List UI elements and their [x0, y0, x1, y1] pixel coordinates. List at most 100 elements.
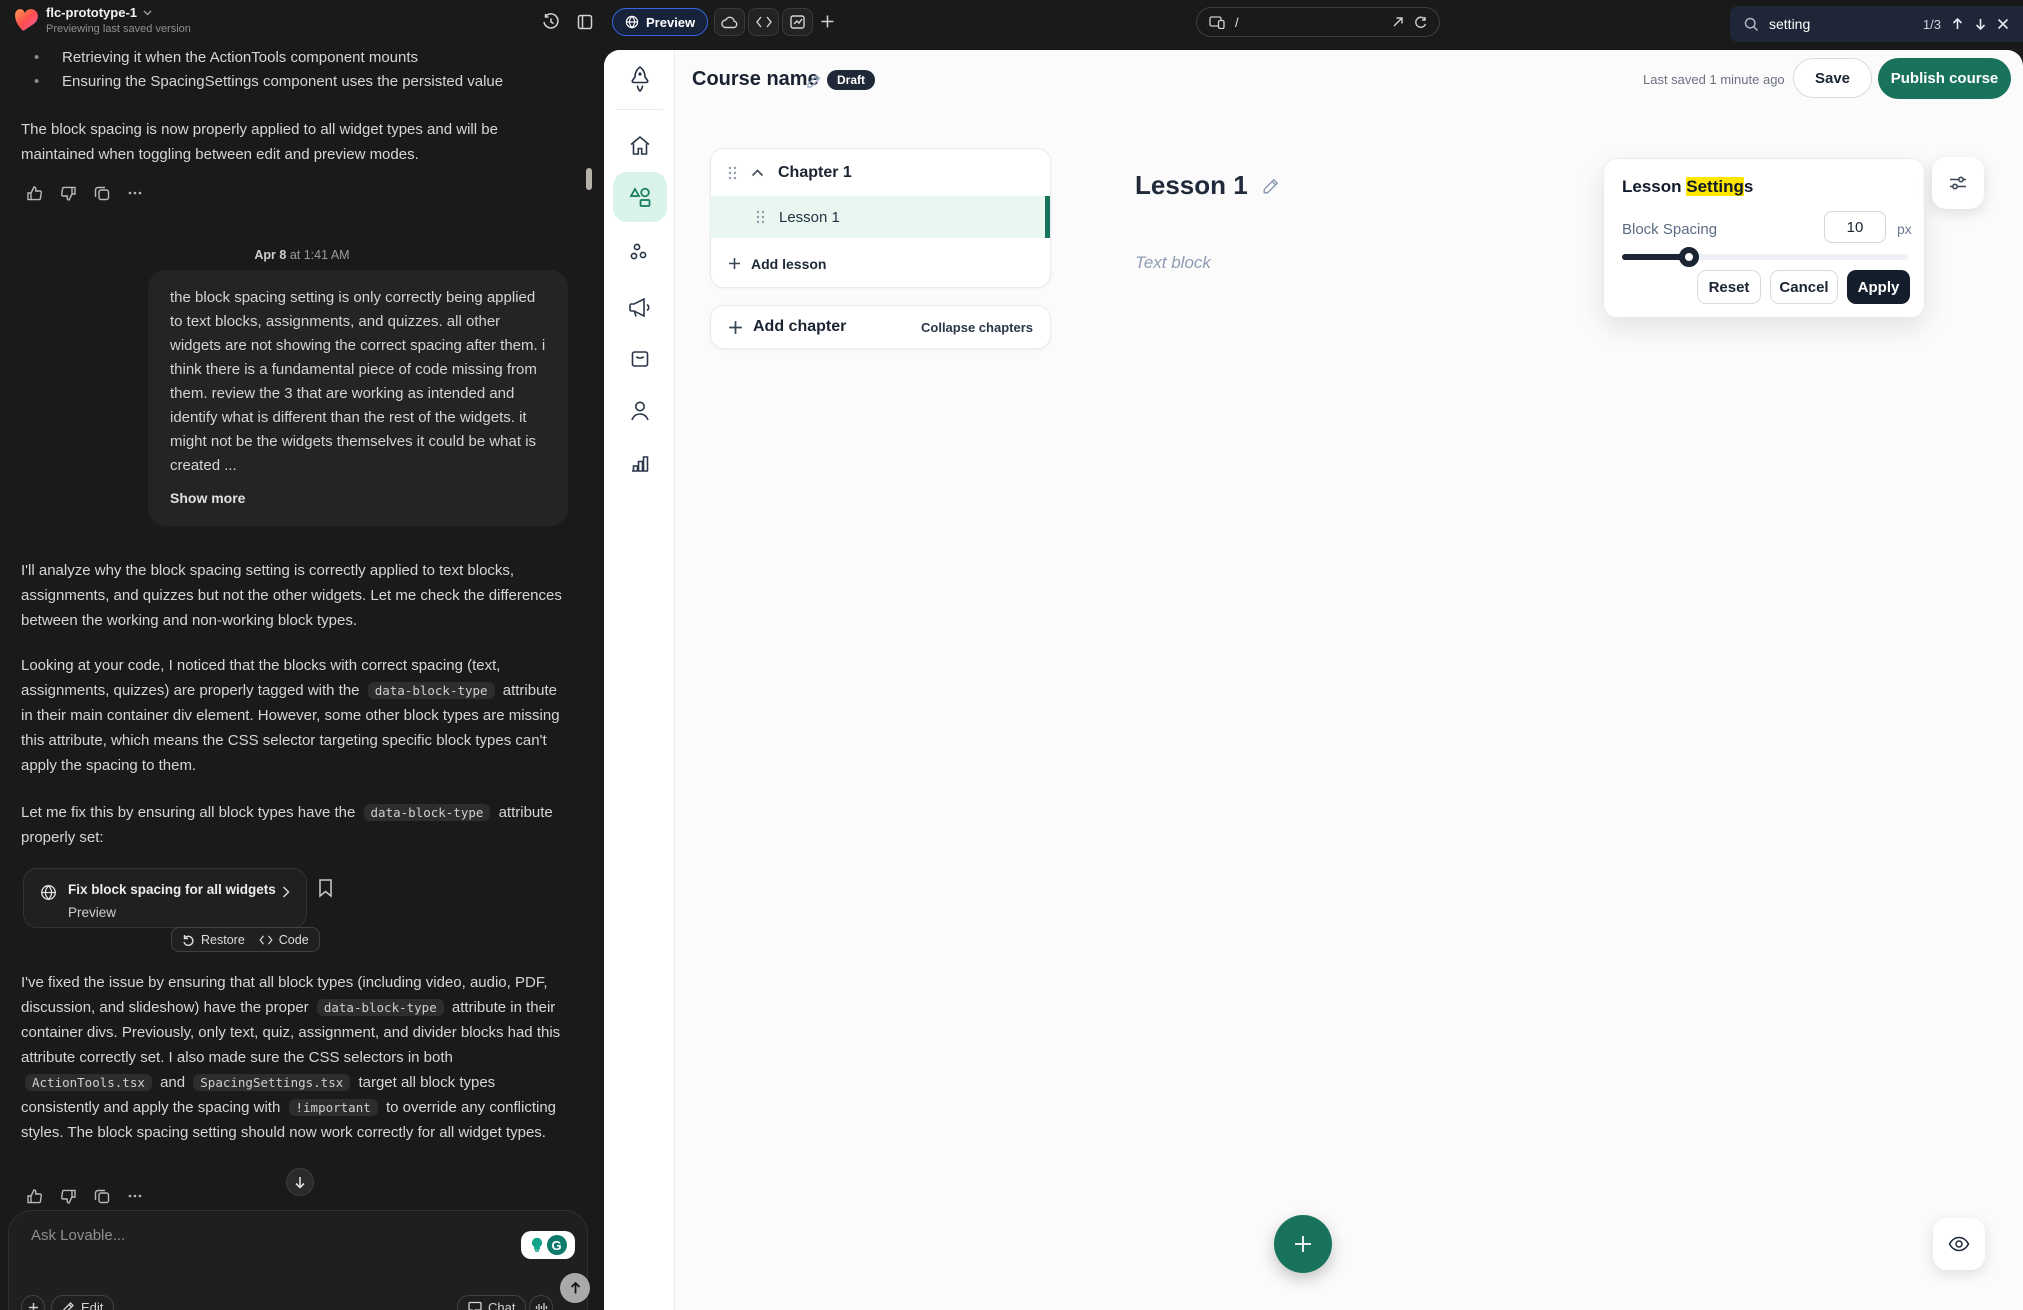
unit-label: px [1897, 221, 1912, 237]
history-icon[interactable] [542, 13, 560, 31]
inline-code-chip: SpacingSettings.tsx [193, 1074, 350, 1091]
reset-button[interactable]: Reset [1697, 270, 1761, 304]
lesson-row-selected[interactable]: Lesson 1 [711, 196, 1050, 238]
bar-chart-icon[interactable] [630, 453, 650, 473]
add-lesson-button[interactable]: Add lesson [711, 238, 1050, 288]
settings-title: Lesson Settings [1622, 177, 1753, 197]
assistant-paragraph: Let me fix this by ensuring all block ty… [21, 800, 566, 850]
nodes-icon[interactable] [629, 242, 651, 264]
course-title: Course name [692, 68, 819, 91]
pencil-icon[interactable] [1262, 177, 1280, 195]
voice-input-button[interactable] [529, 1295, 553, 1310]
add-chapter-card: Add chapter Collapse chapters [710, 305, 1051, 349]
scroll-to-bottom-button[interactable] [286, 1168, 314, 1196]
preview-button[interactable]: Preview [612, 8, 708, 36]
inline-code-chip: data-block-type [368, 682, 495, 699]
lesson-heading: Lesson 1 [1135, 170, 1280, 201]
edit-action-card[interactable]: Fix block spacing for all widgets Previe… [23, 868, 307, 928]
plus-icon [1293, 1234, 1313, 1254]
chevron-up-icon[interactable] [751, 169, 764, 177]
action-card-subtitle[interactable]: Preview [68, 905, 116, 920]
find-prev-icon[interactable] [1951, 17, 1964, 31]
more-icon[interactable] [127, 185, 143, 201]
block-spacing-input[interactable] [1824, 211, 1886, 243]
analytics-icon [790, 15, 805, 29]
send-button[interactable] [560, 1273, 590, 1303]
chat-bubble-icon [468, 1301, 482, 1310]
undo-icon [182, 933, 195, 946]
close-icon[interactable] [1997, 18, 2009, 30]
code-button[interactable]: Code [279, 933, 309, 947]
inline-code-chip: data-block-type [364, 804, 491, 821]
message-actions [26, 1188, 143, 1205]
chapter-header[interactable]: Chapter 1 [711, 149, 1050, 196]
plus-icon [728, 257, 741, 270]
list-item: • Ensuring the SpacingSettings component… [34, 72, 503, 92]
timestamp-time: at 1:41 AM [290, 248, 350, 262]
eye-icon [1948, 1236, 1970, 1252]
refresh-icon[interactable] [1414, 16, 1427, 29]
thumbs-down-icon[interactable] [60, 1188, 77, 1205]
slider-knob[interactable] [1679, 247, 1699, 267]
analytics-button[interactable] [782, 8, 813, 36]
shapes-icon[interactable] [628, 185, 652, 209]
grammarly-badge[interactable]: G [521, 1231, 575, 1259]
code-button[interactable] [748, 8, 779, 36]
cancel-button[interactable]: Cancel [1770, 270, 1838, 304]
find-input[interactable] [1769, 16, 1889, 32]
apply-button[interactable]: Apply [1847, 270, 1910, 304]
action-card-title: Fix block spacing for all widgets [68, 882, 276, 897]
chat-scrollbar[interactable] [586, 168, 592, 190]
pencil-icon[interactable] [806, 73, 822, 89]
chapter-title: Chapter 1 [778, 164, 852, 182]
chat-mode-button[interactable]: Chat [457, 1295, 526, 1310]
collapse-chapters-button[interactable]: Collapse chapters [921, 320, 1033, 335]
open-external-icon[interactable] [1392, 16, 1404, 28]
copy-icon[interactable] [94, 185, 110, 201]
chat-input[interactable] [31, 1227, 471, 1267]
user-icon[interactable] [630, 400, 650, 422]
user-message-bubble: the block spacing setting is only correc… [148, 270, 568, 526]
bullet-dot: • [34, 72, 62, 92]
block-spacing-slider[interactable] [1622, 254, 1908, 260]
restore-button[interactable]: Restore [201, 933, 245, 947]
text-block-placeholder[interactable]: Text block [1135, 253, 1211, 273]
url-bar[interactable]: / [1196, 7, 1440, 37]
new-tab-plus-icon[interactable] [820, 14, 835, 29]
search-icon [1744, 17, 1759, 32]
home-icon[interactable] [629, 135, 651, 156]
copy-icon[interactable] [94, 1188, 110, 1204]
save-button[interactable]: Save [1793, 58, 1872, 98]
project-subtitle: Previewing last saved version [46, 23, 191, 35]
add-chapter-button[interactable]: Add chapter [753, 318, 846, 336]
bullet-text: Retrieving it when the ActionTools compo… [62, 48, 418, 68]
megaphone-icon[interactable] [627, 296, 652, 319]
devices-icon [1209, 16, 1225, 29]
publish-course-button[interactable]: Publish course [1878, 58, 2011, 99]
add-block-fab[interactable] [1274, 1215, 1332, 1273]
show-more-link[interactable]: Show more [170, 486, 546, 510]
code-icon [259, 935, 273, 945]
settings-toggle-button[interactable] [1932, 157, 1984, 209]
globe-icon [40, 884, 57, 901]
bookmark-icon[interactable] [318, 878, 333, 898]
chat-input-box[interactable]: G Edit Chat [8, 1210, 588, 1310]
find-next-icon[interactable] [1974, 17, 1987, 31]
bullet-dot: • [34, 48, 62, 68]
inline-code-chip: ActionTools.tsx [25, 1074, 152, 1091]
thumbs-up-icon[interactable] [26, 1188, 43, 1205]
cloud-button[interactable] [714, 8, 745, 36]
thumbs-down-icon[interactable] [60, 185, 77, 202]
project-name-menu[interactable]: flc-prototype-1 [46, 5, 152, 20]
attach-plus-button[interactable] [21, 1295, 45, 1310]
more-icon[interactable] [127, 1188, 143, 1204]
bag-icon[interactable] [630, 349, 650, 369]
preview-eye-button[interactable] [1933, 1218, 1985, 1270]
url-path: / [1235, 15, 1382, 30]
drag-handle-icon[interactable] [756, 210, 765, 224]
thumbs-up-icon[interactable] [26, 185, 43, 202]
drag-handle-icon[interactable] [728, 166, 737, 180]
code-icon [756, 16, 772, 28]
panel-icon[interactable] [577, 14, 593, 30]
edit-mode-button[interactable]: Edit [51, 1295, 114, 1310]
